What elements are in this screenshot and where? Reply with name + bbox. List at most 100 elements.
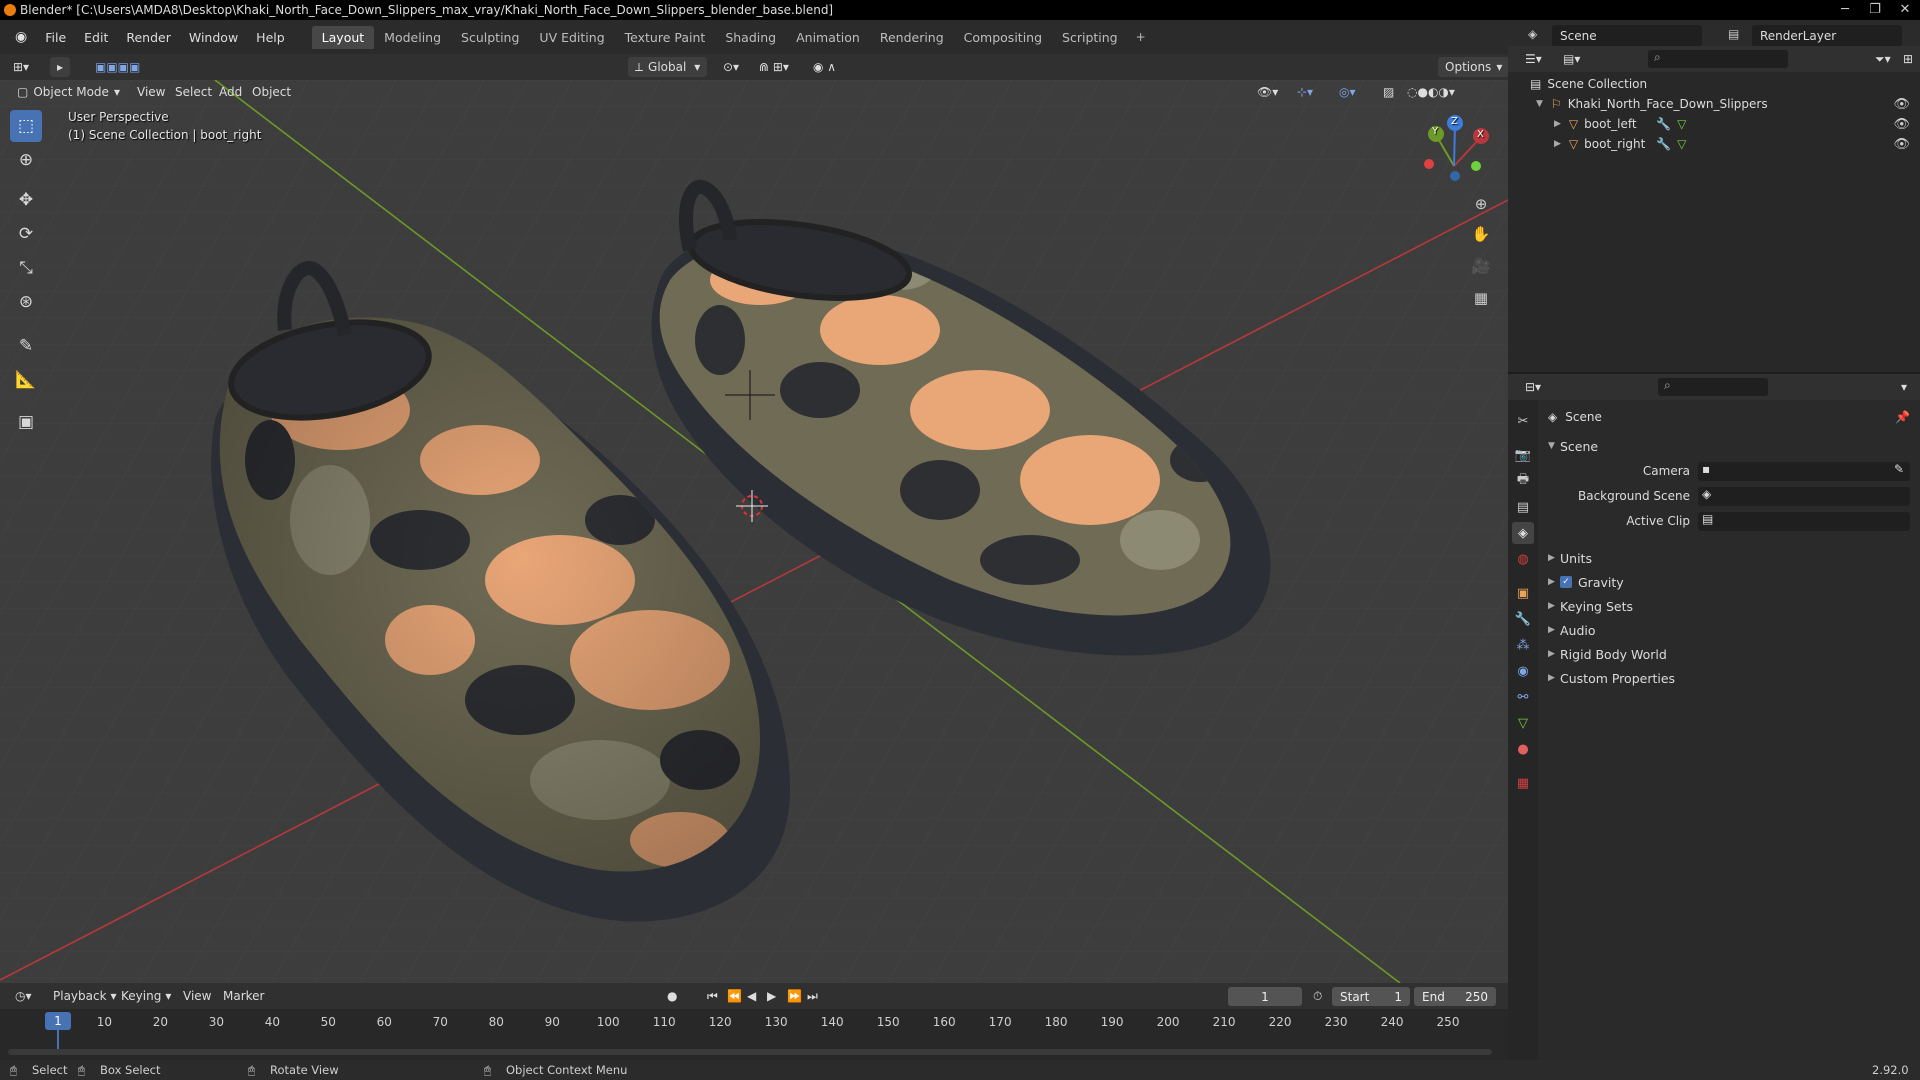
add-workspace-button[interactable]: + <box>1128 26 1154 48</box>
visibility-eye-icon[interactable]: 👁 <box>1893 137 1910 152</box>
visibility-eye-icon[interactable]: 👁 <box>1893 97 1910 112</box>
camera-view-icon[interactable]: 🎥 <box>1467 252 1495 280</box>
expand-arrow-icon[interactable]: ▼ <box>1536 99 1543 109</box>
ortho-grid-icon[interactable]: ▦ <box>1467 284 1495 312</box>
keying-sets-panel-header[interactable]: ▶ Keying Sets <box>1538 594 1920 618</box>
rotate-tool-icon[interactable]: ⟳ <box>10 218 42 250</box>
cursor-tool-icon[interactable]: ⊕ <box>10 144 42 176</box>
transform-tool-icon[interactable]: ⊛ <box>10 286 42 318</box>
view-layer-field[interactable]: RenderLayer <box>1752 25 1902 47</box>
units-panel-header[interactable]: ▶ Units <box>1538 546 1920 570</box>
snap-icon[interactable]: ⋒ ⊞▾ <box>752 57 796 77</box>
chevron-down-icon[interactable]: ▾ <box>1894 377 1914 397</box>
options-dropdown[interactable]: Options ▾ <box>1438 57 1510 77</box>
constraints-tab-icon[interactable]: ⚯ <box>1512 686 1534 708</box>
outliner-type-icon[interactable]: ☰▾ <box>1518 49 1549 69</box>
custom-properties-panel-header[interactable]: ▶ Custom Properties <box>1538 666 1920 690</box>
properties-search-input[interactable]: ⌕ <box>1658 378 1768 396</box>
measure-tool-icon[interactable]: 📐 <box>10 364 42 396</box>
output-tab-icon[interactable]: 🖶 <box>1512 470 1534 492</box>
tab-uv-editing[interactable]: UV Editing <box>529 26 614 49</box>
properties-type-icon[interactable]: ⊟▾ <box>1518 377 1548 397</box>
modifier-tab-icon[interactable]: 🔧 <box>1512 608 1534 630</box>
tab-animation[interactable]: Animation <box>786 26 870 49</box>
view-layer-tab-icon[interactable]: ▤ <box>1512 496 1534 518</box>
current-frame-field[interactable]: 1 <box>1228 987 1302 1006</box>
visibility-icon[interactable]: 👁▾ <box>1250 82 1285 102</box>
visibility-eye-icon[interactable]: 👁 <box>1893 117 1910 132</box>
pin-icon[interactable]: 📌 <box>1895 410 1910 424</box>
expand-arrow-icon[interactable]: ▶ <box>1554 119 1561 129</box>
filter-icon[interactable]: ⏷▾ <box>1868 49 1898 69</box>
gizmo-x-label[interactable]: X <box>1477 129 1484 140</box>
tab-layout[interactable]: Layout <box>311 25 375 49</box>
select-box-tool-icon[interactable]: ⬚ <box>10 110 42 142</box>
timeline[interactable]: 10 20 30 40 50 60 70 80 90 100 110 120 130 140 150 160 1… <box>0 1009 1508 1060</box>
scene-selector-icon[interactable]: ◈ <box>1528 27 1537 41</box>
audio-panel-header[interactable]: ▶ Audio <box>1538 618 1920 642</box>
transform-orientation-dropdown[interactable]: ⟂ Global ▾ <box>628 57 708 77</box>
stopwatch-icon[interactable]: ⏱ <box>1306 986 1329 1006</box>
tab-shading[interactable]: Shading <box>715 26 786 49</box>
active-clip-field[interactable]: ▤ <box>1698 511 1910 531</box>
physics-tab-icon[interactable]: ◉ <box>1512 660 1534 682</box>
material-tab-icon[interactable]: ● <box>1512 738 1534 760</box>
gravity-checkbox[interactable]: ✓ <box>1560 576 1572 588</box>
minimize-button[interactable]: ─ <box>1830 0 1860 20</box>
jump-end-icon[interactable]: ⏭ <box>800 986 825 1006</box>
particles-tab-icon[interactable]: ⁂ <box>1512 634 1534 656</box>
render-tab-icon[interactable]: 📷 <box>1512 444 1534 466</box>
shading-modes-icon[interactable]: ◌●◐◑▾ <box>1400 82 1462 102</box>
menu-file[interactable]: File <box>36 30 75 45</box>
start-frame-field[interactable]: Start 1 <box>1332 987 1410 1006</box>
tab-scripting[interactable]: Scripting <box>1052 26 1128 49</box>
annotate-tool-icon[interactable]: ✎ <box>10 330 42 362</box>
xray-icon[interactable]: ▨ <box>1376 82 1401 102</box>
timeline-menu-keying[interactable]: Keying ▾ <box>114 986 178 1006</box>
background-scene-field[interactable]: ◈ <box>1698 486 1910 506</box>
viewport-menu-object[interactable]: Object <box>245 82 298 102</box>
select-tool-icon[interactable]: ▸ <box>50 57 71 77</box>
timeline-menu-view[interactable]: View <box>176 986 218 1006</box>
scene-panel-header[interactable]: ▼ Scene <box>1538 434 1920 458</box>
expand-arrow-icon[interactable]: ▶ <box>1554 139 1561 149</box>
menu-render[interactable]: Render <box>117 30 180 45</box>
gizmo-toggle-icon[interactable]: ⊹▾ <box>1290 82 1320 102</box>
overlay-toggle-icon[interactable]: ◎▾ <box>1332 82 1363 102</box>
3d-viewport[interactable]: User Perspective (1) Scene Collection | … <box>0 80 1508 983</box>
editor-type-icon[interactable]: ⊞▾ <box>6 57 36 77</box>
add-cube-tool-icon[interactable]: ▣ <box>10 406 42 438</box>
gizmo-y-label[interactable]: Y <box>1432 126 1438 137</box>
proportional-edit-icon[interactable]: ◉ ∧ <box>806 57 843 77</box>
menu-edit[interactable]: Edit <box>75 30 117 45</box>
outliner-row-scene-collection[interactable]: ▤ Scene Collection <box>1508 74 1920 94</box>
camera-field[interactable]: ▪ ✎ <box>1698 461 1910 481</box>
scene-tab-icon[interactable]: ◈ <box>1512 522 1534 544</box>
timeline-menu-playback[interactable]: Playback ▾ <box>46 986 124 1006</box>
maximize-button[interactable]: ❐ <box>1860 0 1890 20</box>
tab-modeling[interactable]: Modeling <box>374 26 451 49</box>
blender-menu-icon[interactable]: ◉ <box>6 29 36 45</box>
close-button[interactable]: ✕ <box>1890 0 1920 20</box>
timeline-menu-marker[interactable]: Marker <box>216 986 271 1006</box>
timeline-editor-type-icon[interactable]: ◷▾ <box>8 986 39 1006</box>
texture-tab-icon[interactable]: ▦ <box>1512 772 1534 794</box>
outliner-search-input[interactable]: ⌕ <box>1648 50 1788 68</box>
outliner-row-boot-right[interactable]: ▶ ▽ boot_right 🔧 ▽ 👁 <box>1508 134 1920 154</box>
world-tab-icon[interactable]: ◍ <box>1512 548 1534 570</box>
gravity-panel-header[interactable]: ▶ ✓ Gravity <box>1538 570 1920 594</box>
outliner-row-collection[interactable]: ▼ ⚐ Khaki_North_Face_Down_Slippers 👁 <box>1508 94 1920 114</box>
rigid-body-world-panel-header[interactable]: ▶ Rigid Body World <box>1538 642 1920 666</box>
display-mode-icon[interactable]: ▤▾ <box>1556 49 1587 69</box>
menu-help[interactable]: Help <box>247 30 294 45</box>
timeline-scrollbar[interactable] <box>8 1049 1492 1055</box>
viewport-menu-view[interactable]: View <box>130 82 172 102</box>
record-icon[interactable]: ● <box>660 986 684 1006</box>
tab-texture-paint[interactable]: Texture Paint <box>615 26 716 49</box>
playhead[interactable]: 1 <box>45 1012 71 1030</box>
viewport-menu-add[interactable]: Add <box>212 82 249 102</box>
menu-window[interactable]: Window <box>180 30 247 45</box>
data-tab-icon[interactable]: ▽ <box>1512 712 1534 734</box>
new-collection-icon[interactable]: ⊞ <box>1896 49 1920 69</box>
mode-dropdown[interactable]: ▢ Object Mode ▾ <box>10 82 127 102</box>
